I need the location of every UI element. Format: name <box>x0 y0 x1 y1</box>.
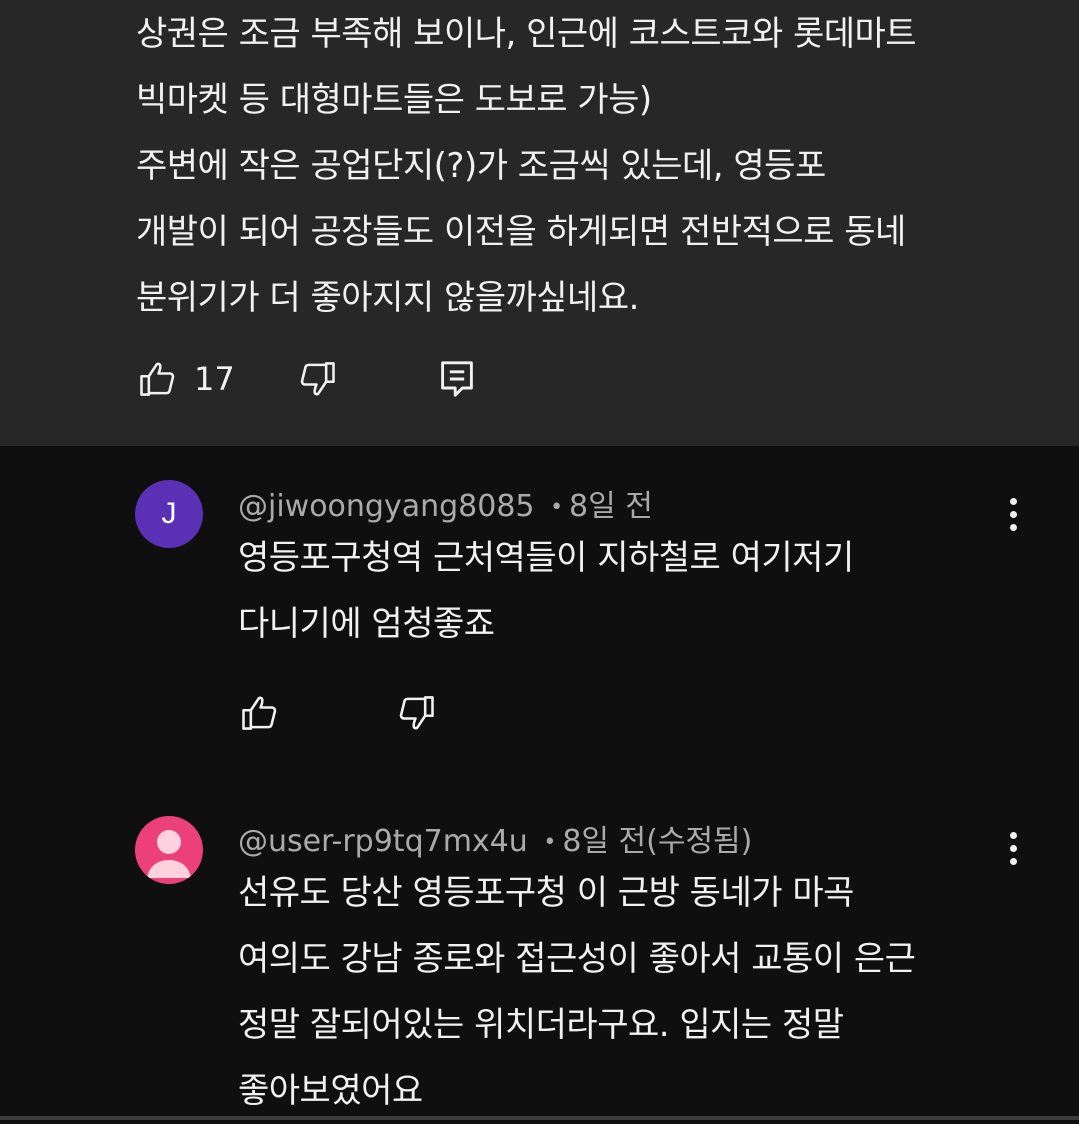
separator-dot: • <box>543 830 557 855</box>
author-handle[interactable]: @user-rp9tq7mx4u <box>238 824 528 859</box>
timestamp: 8일 전 <box>569 489 653 524</box>
avatar-letter: J <box>161 497 177 530</box>
separator-dot: • <box>550 495 564 520</box>
comment-line: 상권은 조금 부족해 보이나, 인근에 코스트코와 롯데마트 <box>136 14 917 54</box>
reply-actions <box>238 689 438 737</box>
thumbs-up-icon <box>140 362 175 396</box>
bottom-divider <box>0 1116 1079 1120</box>
like-button[interactable] <box>238 691 282 735</box>
reply-line: 영등포구청역 근처역들이 지하철로 여기저기 <box>238 538 854 578</box>
avatar[interactable]: J <box>135 480 203 548</box>
more-vertical-icon-dot <box>1009 857 1017 865</box>
highlighted-comment-text: 상권은 조금 부족해 보이나, 인근에 코스트코와 롯데마트 빅마켓 등 대형마… <box>136 1 917 331</box>
reply-button[interactable] <box>439 359 475 399</box>
reply-line: 선유도 당산 영등포구청 이 근방 동네가 마곡 <box>238 873 854 913</box>
avatar[interactable] <box>135 816 203 884</box>
reply-meta: @jiwoongyang8085 • 8일 전 <box>238 481 653 525</box>
comment-line: 개발이 되어 공장들도 이전을 하게되면 전반적으로 동네 <box>136 212 906 252</box>
reply-text: 영등포구청역 근처역들이 지하철로 여기저기 다니기에 엄청좋죠 <box>238 525 854 657</box>
more-vertical-icon-dot <box>1009 844 1017 852</box>
dislike-button[interactable] <box>295 357 339 401</box>
author-handle[interactable]: @jiwoongyang8085 <box>238 489 535 524</box>
more-vertical-icon-dot <box>1009 510 1017 518</box>
timestamp: 8일 전(수정됨) <box>562 824 753 859</box>
comment-line: 분위기가 더 좋아지지 않을까싶네요. <box>136 278 639 318</box>
thumbs-down-icon <box>399 696 434 730</box>
more-options-button[interactable] <box>993 818 1033 878</box>
more-vertical-icon <box>1009 831 1017 839</box>
reply-line: 여의도 강남 종로와 접근성이 좋아서 교통이 은근 <box>238 939 916 979</box>
comment-line: 빅마켓 등 대형마트들은 도보로 가능) <box>136 80 652 120</box>
comment-actions: 17 <box>136 355 475 403</box>
reply-text: 선유도 당산 영등포구청 이 근방 동네가 마곡 여의도 강남 종로와 접근성이… <box>238 860 916 1124</box>
more-options-button[interactable] <box>993 484 1033 544</box>
reply-line: 좋아보였어요 <box>238 1071 423 1111</box>
reply-line: 다니기에 엄청좋죠 <box>238 604 495 644</box>
reply-meta: @user-rp9tq7mx4u • 8일 전(수정됨) <box>238 816 752 860</box>
comment-line: 주변에 작은 공업단지(?)가 조금씩 있는데, 영등포 <box>136 146 826 186</box>
dislike-button[interactable] <box>394 691 438 735</box>
reply-comment-icon <box>440 361 473 397</box>
thumbs-up-icon <box>242 696 277 730</box>
like-button[interactable] <box>136 357 180 401</box>
reply-line: 정말 잘되어있는 위치더라구요. 입지는 정말 <box>238 1005 844 1045</box>
like-count: 17 <box>194 360 235 398</box>
more-vertical-icon-dot <box>1009 523 1017 531</box>
person-icon <box>147 830 191 878</box>
thumbs-down-icon <box>300 362 335 396</box>
more-vertical-icon <box>1009 497 1017 505</box>
